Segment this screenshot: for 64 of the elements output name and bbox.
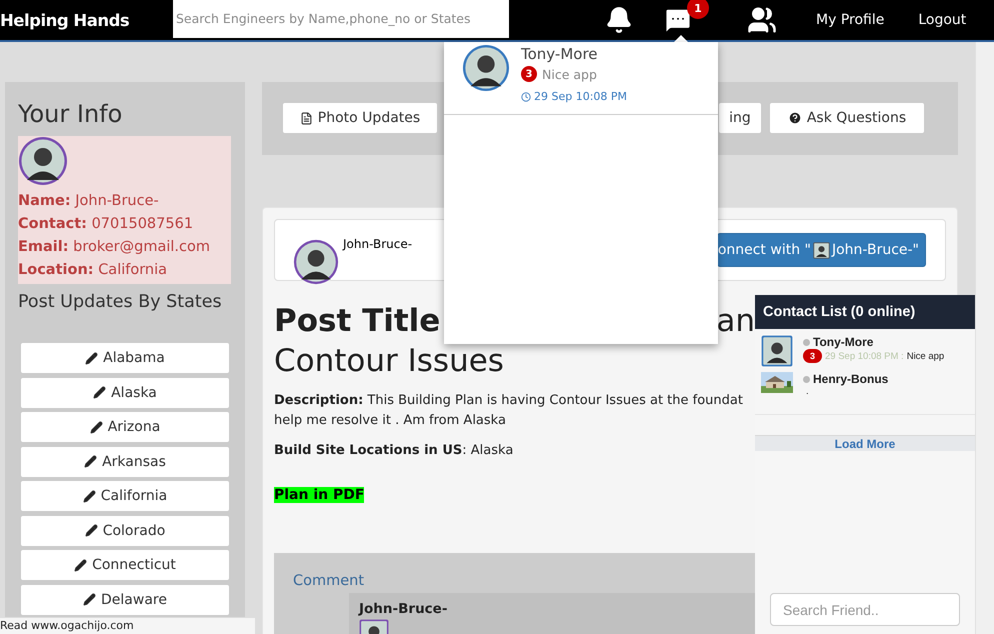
author-name: John-Bruce- bbox=[343, 237, 412, 251]
comments-title: Comment bbox=[293, 573, 366, 589]
search-friend-field[interactable]: Search Friend.. bbox=[770, 593, 960, 626]
status-bar: Read www.ogachijo.com bbox=[0, 617, 255, 634]
state-button[interactable]: Delaware bbox=[20, 584, 230, 616]
users-icon[interactable] bbox=[747, 5, 777, 35]
scrollbar[interactable] bbox=[975, 42, 994, 634]
pencil-icon bbox=[84, 524, 98, 537]
tab-button[interactable]: Photo Updates bbox=[282, 102, 438, 134]
message-item[interactable]: Tony-More 3 Nice app 29 Sep 10:08 PM bbox=[444, 42, 718, 115]
search-field[interactable]: Search Engineers by Name,phone_no or States bbox=[173, 0, 509, 38]
contact-name: Tony-More bbox=[813, 335, 874, 349]
pencil-icon bbox=[93, 386, 106, 399]
pencil-icon bbox=[83, 593, 96, 606]
message-preview: Nice app bbox=[906, 350, 944, 362]
state-button[interactable]: Colorado bbox=[20, 514, 230, 546]
load-more-link[interactable]: Load More bbox=[755, 435, 975, 451]
post-title: Post Title bbox=[274, 302, 440, 341]
info-line: Location: California bbox=[18, 261, 168, 280]
message-time: 29 Sep 10:08 PM : bbox=[825, 350, 904, 362]
bell-icon[interactable] bbox=[605, 6, 633, 34]
post-title: an bbox=[716, 302, 755, 341]
site-location-text: Build Site Locations in US: Alaska bbox=[274, 442, 514, 460]
unread-badge: 3 bbox=[803, 349, 822, 363]
notification-badge: 1 bbox=[687, 0, 709, 19]
state-button[interactable]: California bbox=[20, 480, 230, 512]
message-preview: . bbox=[806, 386, 809, 397]
description-text: Description: This Building Plan is having Contour Issues at the foundat bbox=[274, 392, 743, 410]
help-icon bbox=[788, 111, 802, 125]
message-time: 29 Sep 10:08 PM bbox=[534, 90, 628, 103]
section-title: Post Updates By States bbox=[18, 292, 223, 312]
contact-name: Henry-Bonus bbox=[813, 372, 888, 386]
post-title: Contour Issues bbox=[274, 342, 504, 381]
unread-badge: 3 bbox=[521, 66, 537, 82]
contact-list-title: Contact List (0 online) bbox=[755, 295, 975, 329]
tab-button[interactable]: ing bbox=[718, 102, 762, 134]
nav-link[interactable]: Logout bbox=[918, 12, 966, 28]
clock-icon bbox=[521, 92, 531, 102]
pencil-icon bbox=[84, 455, 98, 468]
description-text: help me resolve it . Am from Alaska bbox=[274, 412, 506, 430]
info-line: Name: John-Bruce- bbox=[18, 192, 160, 211]
state-button[interactable]: Alaska bbox=[20, 376, 230, 408]
contact-item[interactable]: Tony-More 3 29 Sep 10:08 PM : Nice app bbox=[755, 329, 975, 366]
sender-name: Tony-More bbox=[521, 45, 599, 63]
section-title: Your Info bbox=[18, 100, 124, 128]
pencil-icon bbox=[74, 558, 88, 572]
pdf-link[interactable]: Plan in PDF bbox=[274, 487, 364, 503]
pencil-icon bbox=[82, 490, 96, 502]
document-icon bbox=[300, 112, 313, 124]
nav-link[interactable]: My Profile bbox=[816, 12, 884, 28]
comment-author: John-Bruce- bbox=[359, 601, 448, 617]
state-button[interactable]: Connecticut bbox=[20, 549, 230, 581]
pencil-icon bbox=[85, 352, 98, 364]
state-button[interactable]: Arkansas bbox=[20, 446, 230, 478]
brand-logo[interactable]: Helping Hands bbox=[0, 10, 173, 30]
connect-button[interactable]: onnect with " John-Bruce-" bbox=[716, 233, 926, 267]
state-button[interactable]: Arizona bbox=[20, 411, 230, 443]
info-line: Contact: 07015087561 bbox=[18, 215, 194, 234]
contact-item[interactable]: Henry-Bonus . bbox=[755, 366, 975, 396]
state-button[interactable]: Alabama bbox=[20, 342, 230, 374]
tab-button[interactable]: Ask Questions bbox=[769, 102, 925, 134]
message-preview: Nice app bbox=[542, 66, 597, 82]
pencil-icon bbox=[90, 420, 103, 434]
info-line: Email: broker@gmail.com bbox=[18, 238, 211, 257]
